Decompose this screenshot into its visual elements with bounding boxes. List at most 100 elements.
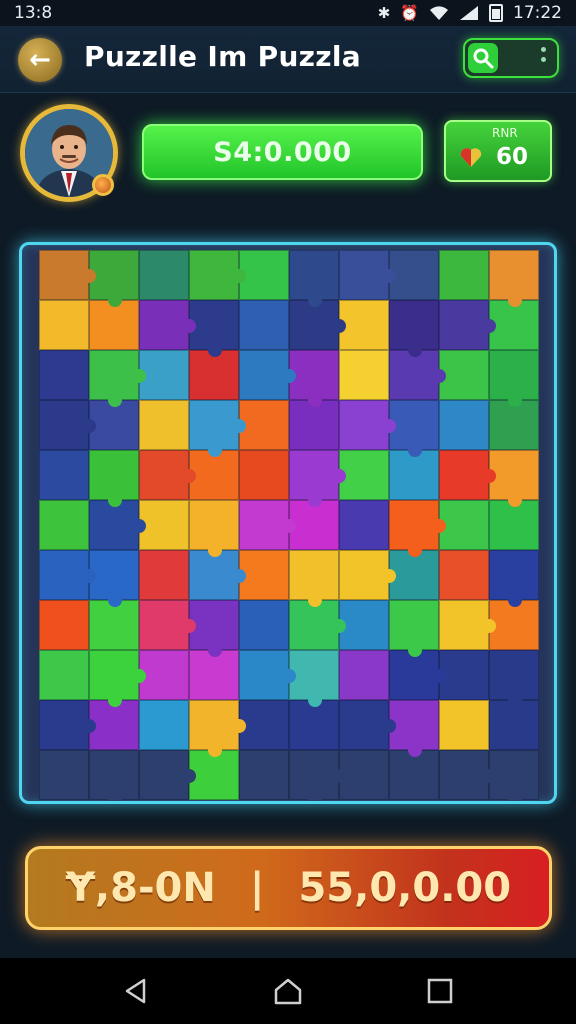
puzzle-piece[interactable] xyxy=(89,550,139,607)
puzzle-piece[interactable] xyxy=(89,350,146,407)
puzzle-piece[interactable] xyxy=(289,500,339,550)
puzzle-piece[interactable] xyxy=(389,400,439,457)
puzzle-piece[interactable] xyxy=(289,400,339,450)
puzzle-piece[interactable] xyxy=(139,250,189,300)
puzzle-piece[interactable] xyxy=(89,500,146,550)
nav-recents-button[interactable] xyxy=(420,971,460,1011)
puzzle-piece[interactable] xyxy=(239,400,289,450)
puzzle-piece[interactable] xyxy=(239,650,296,700)
puzzle-piece[interactable] xyxy=(489,250,539,307)
puzzle-piece[interactable] xyxy=(389,650,446,700)
puzzle-piece[interactable] xyxy=(339,400,396,450)
puzzle-piece[interactable] xyxy=(389,550,439,600)
lives-panel[interactable]: RNR 60 xyxy=(444,120,552,182)
puzzle-piece[interactable] xyxy=(439,350,489,400)
puzzle-piece[interactable] xyxy=(89,750,139,801)
puzzle-piece[interactable] xyxy=(289,650,339,707)
puzzle-piece[interactable] xyxy=(439,250,489,300)
puzzle-piece[interactable] xyxy=(439,400,489,450)
puzzle-piece[interactable] xyxy=(239,500,296,550)
puzzle-piece[interactable] xyxy=(239,550,289,600)
puzzle-piece[interactable] xyxy=(239,750,289,800)
puzzle-piece[interactable] xyxy=(339,550,396,600)
puzzle-piece[interactable] xyxy=(389,350,446,400)
puzzle-piece[interactable] xyxy=(189,450,239,500)
puzzle-piece[interactable] xyxy=(289,450,346,507)
puzzle-piece[interactable] xyxy=(189,250,246,300)
nav-home-button[interactable] xyxy=(268,971,308,1011)
puzzle-piece[interactable] xyxy=(289,250,339,307)
puzzle-piece[interactable] xyxy=(139,600,196,650)
puzzle-piece[interactable] xyxy=(89,300,139,350)
puzzle-piece[interactable] xyxy=(389,300,439,357)
puzzle-piece[interactable] xyxy=(389,600,439,657)
puzzle-piece[interactable] xyxy=(339,650,389,700)
puzzle-piece[interactable] xyxy=(139,350,189,400)
puzzle-piece[interactable] xyxy=(439,500,489,550)
puzzle-piece[interactable] xyxy=(439,750,496,800)
puzzle-piece[interactable] xyxy=(289,350,339,407)
puzzle-piece[interactable] xyxy=(489,550,539,607)
puzzle-piece[interactable] xyxy=(389,450,439,500)
puzzle-piece[interactable] xyxy=(39,500,89,550)
puzzle-piece[interactable] xyxy=(489,350,539,407)
puzzle-piece[interactable] xyxy=(239,300,289,350)
puzzle-piece[interactable] xyxy=(339,350,389,400)
puzzle-piece[interactable] xyxy=(489,450,539,507)
puzzle-piece[interactable] xyxy=(489,400,539,450)
puzzle-piece[interactable] xyxy=(139,500,189,550)
puzzle-piece[interactable] xyxy=(39,250,96,300)
puzzle-piece[interactable] xyxy=(39,450,89,500)
puzzle-piece[interactable] xyxy=(139,650,189,700)
puzzle-piece[interactable] xyxy=(139,700,189,750)
puzzle-piece[interactable] xyxy=(289,750,346,801)
puzzle-piece[interactable] xyxy=(289,550,339,607)
puzzle-piece[interactable] xyxy=(39,350,89,400)
puzzle-piece[interactable] xyxy=(39,750,89,800)
puzzle-piece[interactable] xyxy=(439,300,496,350)
puzzle-piece[interactable] xyxy=(139,750,196,800)
puzzle-piece[interactable] xyxy=(39,550,96,600)
puzzle-piece[interactable] xyxy=(39,400,96,450)
puzzle-piece[interactable] xyxy=(439,550,489,600)
puzzle-piece[interactable] xyxy=(239,450,289,500)
search-toggle[interactable] xyxy=(463,38,559,78)
puzzle-piece[interactable] xyxy=(89,700,139,750)
puzzle-piece[interactable] xyxy=(489,600,539,650)
puzzle-piece[interactable] xyxy=(189,300,239,357)
puzzle-piece[interactable] xyxy=(39,600,89,650)
puzzle-piece[interactable] xyxy=(189,400,246,457)
puzzle-piece[interactable] xyxy=(189,350,239,400)
puzzle-piece[interactable] xyxy=(39,700,96,750)
puzzle-piece[interactable] xyxy=(39,650,89,700)
puzzle-piece[interactable] xyxy=(89,650,146,707)
puzzle-piece[interactable] xyxy=(389,250,439,300)
puzzle-piece[interactable] xyxy=(189,700,246,757)
puzzle-piece[interactable] xyxy=(439,700,489,750)
puzzle-piece[interactable] xyxy=(139,400,189,450)
puzzle-piece[interactable] xyxy=(139,550,189,600)
puzzle-piece[interactable] xyxy=(439,450,496,500)
puzzle-piece[interactable] xyxy=(489,750,539,801)
puzzle-piece[interactable] xyxy=(489,500,539,550)
puzzle-piece[interactable] xyxy=(339,300,389,350)
puzzle-piece[interactable] xyxy=(89,600,139,650)
puzzle-piece[interactable] xyxy=(89,400,139,450)
puzzle-piece[interactable] xyxy=(189,600,239,657)
puzzle-piece[interactable] xyxy=(39,300,89,350)
puzzle-piece[interactable] xyxy=(289,300,346,350)
nav-back-button[interactable] xyxy=(116,971,156,1011)
puzzle-piece[interactable] xyxy=(339,600,389,650)
back-button[interactable]: ← xyxy=(18,38,62,82)
puzzle-piece[interactable] xyxy=(339,450,389,500)
puzzle-piece[interactable] xyxy=(339,750,389,800)
puzzle-piece[interactable] xyxy=(189,750,239,800)
puzzle-piece[interactable] xyxy=(189,550,246,600)
puzzle-piece[interactable] xyxy=(389,700,439,757)
puzzle-piece[interactable] xyxy=(239,700,289,750)
puzzle-piece[interactable] xyxy=(439,650,489,700)
puzzle-piece[interactable] xyxy=(489,650,539,707)
puzzle-piece[interactable] xyxy=(339,250,396,300)
puzzle-piece[interactable] xyxy=(139,300,196,350)
puzzle-piece[interactable] xyxy=(89,250,139,307)
